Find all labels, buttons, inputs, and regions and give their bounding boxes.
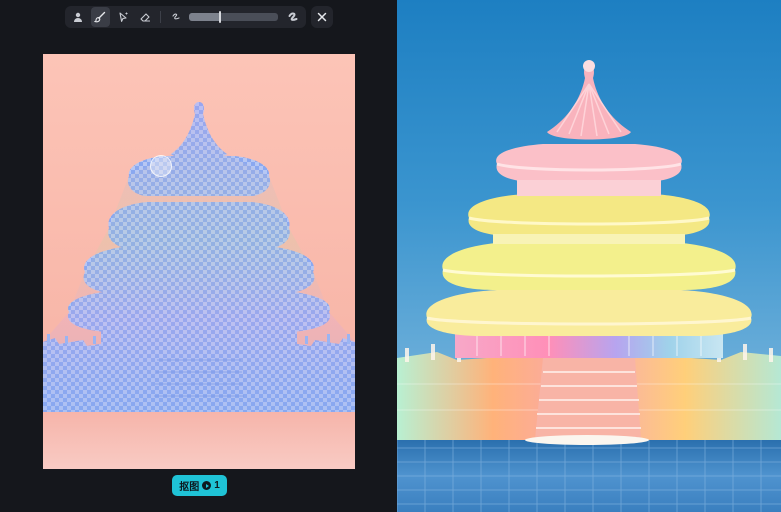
cutout-button[interactable]: 抠图 1 — [172, 475, 227, 496]
large-brush-icon — [288, 12, 298, 21]
temple-tier-1 — [496, 144, 682, 182]
masked-temple-image — [43, 102, 355, 412]
person-icon — [74, 12, 83, 22]
editing-canvas[interactable] — [43, 54, 355, 469]
temple-tier-3 — [442, 242, 736, 290]
brush-icon — [94, 11, 106, 23]
eraser-tool[interactable] — [136, 7, 154, 27]
selection-mask — [43, 102, 355, 412]
brush-size-slider[interactable] — [189, 11, 278, 23]
cursor-sparkle-icon — [119, 12, 128, 22]
small-brush-icon — [172, 13, 180, 20]
close-icon — [317, 12, 327, 22]
editor-toolbar — [65, 6, 306, 28]
rainbow-temple-image — [397, 60, 781, 512]
eraser-icon — [140, 13, 150, 22]
result-preview-image — [397, 0, 781, 512]
smart-select-tool[interactable] — [114, 7, 132, 27]
temple-finial — [583, 60, 595, 72]
large-brush-size-button[interactable] — [284, 7, 302, 27]
brush-tool[interactable] — [91, 7, 110, 27]
cutout-editor-panel: 抠图 1 — [0, 0, 397, 512]
toolbar-divider — [160, 11, 161, 23]
close-button[interactable] — [311, 6, 333, 28]
temple-tier-2 — [468, 194, 710, 236]
portrait-select-tool[interactable] — [69, 7, 87, 27]
small-brush-size-button[interactable] — [167, 7, 185, 27]
credit-cost: 1 — [214, 480, 220, 491]
brush-size-fill — [189, 13, 221, 21]
play-coin-icon — [202, 481, 212, 490]
brush-size-handle[interactable] — [219, 11, 222, 23]
temple-tier-4 — [426, 290, 752, 336]
brush-cursor — [150, 155, 172, 177]
cutout-button-label: 抠图 — [179, 482, 200, 493]
